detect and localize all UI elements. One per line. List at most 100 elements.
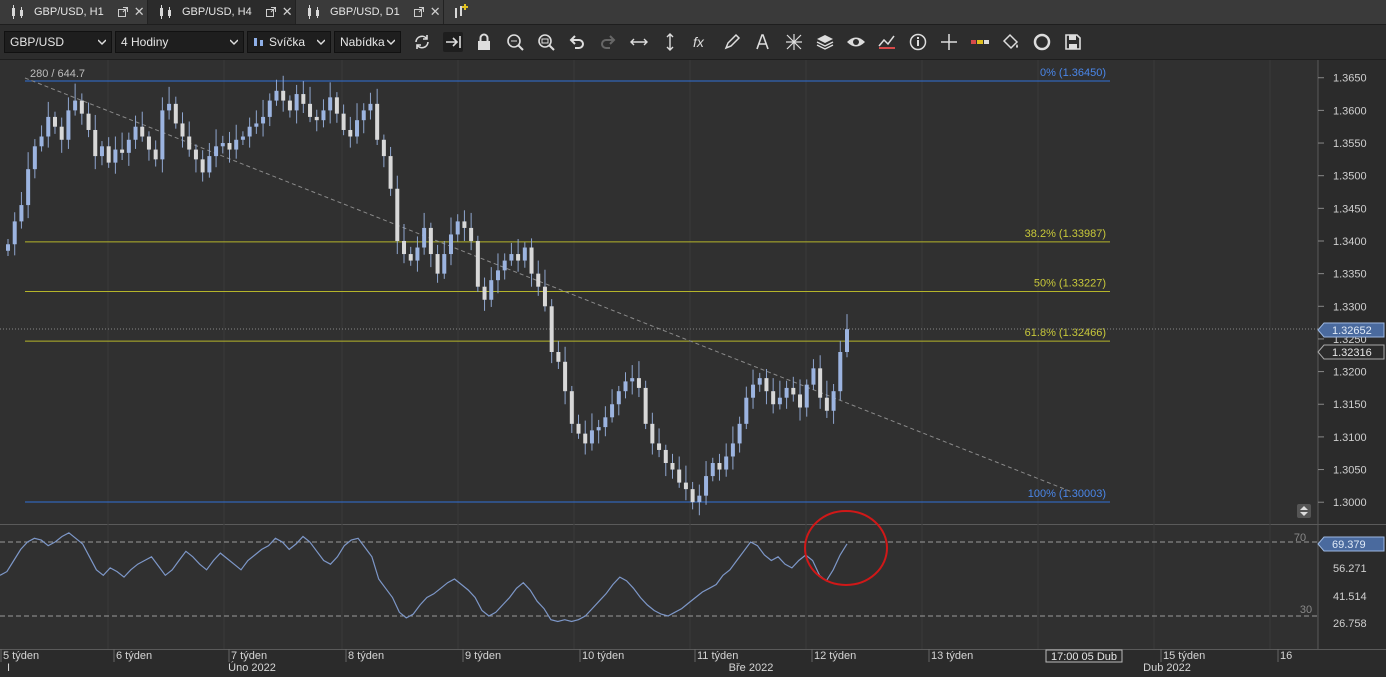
week-label: 15 týden xyxy=(1163,650,1205,662)
week-label: 12 týden xyxy=(814,650,856,662)
lock-icon[interactable] xyxy=(474,32,494,52)
month-label: Bře 2022 xyxy=(729,662,774,674)
crosshair-readout: 280 / 644.7 xyxy=(30,68,85,80)
fibonacci-tool-icon[interactable] xyxy=(784,32,804,52)
layers-icon[interactable] xyxy=(815,32,835,52)
candle xyxy=(475,235,480,292)
chevron-down-icon xyxy=(230,39,238,46)
crosshair-icon[interactable] xyxy=(939,32,959,52)
price-tick-label: 1.3500 xyxy=(1333,171,1367,183)
price-tick-label: 1.3100 xyxy=(1333,432,1367,444)
candlestick-icon xyxy=(12,5,23,19)
timeframe-value: 4 Hodiny xyxy=(121,35,169,49)
undo-icon[interactable] xyxy=(567,32,587,52)
cursor-time-tag: 17:00 05 Dub xyxy=(1045,649,1123,663)
zoom-fit-icon[interactable] xyxy=(505,32,525,52)
chart-canvas[interactable]: 0% (1.36450) 38.2% (1.33987) 50% (1.33227)… xyxy=(0,60,1386,674)
price-tick-label: 1.3450 xyxy=(1333,203,1367,215)
week-label: 13 týden xyxy=(931,650,973,662)
current-price-tag: 1.32652 xyxy=(1317,322,1385,338)
popout-icon[interactable] xyxy=(265,7,276,17)
symbol-value: GBP/USD xyxy=(10,35,65,49)
tab-gbpusd-h1[interactable]: GBP/USD, H1 ✕ xyxy=(0,0,148,24)
rsi-current-label: 69.379 xyxy=(1332,539,1366,551)
text-tool-icon[interactable] xyxy=(753,32,773,52)
price-tick-label: 1.3550 xyxy=(1333,138,1367,150)
chart-type-select[interactable]: Svíčka xyxy=(247,31,331,53)
month-label: Úno 2022 xyxy=(228,661,276,674)
pencil-icon[interactable] xyxy=(722,32,742,52)
candlestick-icon xyxy=(308,5,319,19)
chart-panel[interactable]: 0% (1.36450) 38.2% (1.33987) 50% (1.33227)… xyxy=(0,60,1386,674)
alerts-chart-icon[interactable] xyxy=(877,32,897,52)
week-label: 11 týden xyxy=(697,650,738,662)
price-tick-label: 1.3050 xyxy=(1333,465,1367,477)
rsi-axis-label: 41.514 xyxy=(1333,591,1367,603)
tab-label: GBP/USD, D1 xyxy=(330,6,400,18)
chevron-down-icon xyxy=(98,39,106,46)
chevron-down-icon xyxy=(317,39,325,46)
popout-icon[interactable] xyxy=(413,7,424,17)
tab-gbpusd-d1[interactable]: GBP/USD, D1 ✕ xyxy=(296,0,444,24)
candlestick-icon xyxy=(160,5,171,19)
tab-gbpusd-h4[interactable]: GBP/USD, H4 ✕ xyxy=(148,0,296,24)
price-tick-label: 1.3350 xyxy=(1333,269,1367,281)
month-label: Dub 2022 xyxy=(1143,662,1191,674)
week-label: 6 týden xyxy=(116,650,152,662)
add-chart-tab-icon[interactable] xyxy=(452,3,470,21)
rsi-axis-label: 26.758 xyxy=(1333,618,1367,630)
refresh-icon[interactable] xyxy=(412,32,432,52)
fib-level-label: 38.2% (1.33987) xyxy=(1025,228,1106,240)
scroll-arrows[interactable] xyxy=(1297,504,1311,518)
tab-label: GBP/USD, H1 xyxy=(34,6,104,18)
price-tick-label: 1.3400 xyxy=(1333,236,1367,248)
cursor-time-label: 17:00 05 Dub xyxy=(1051,651,1117,663)
rsi-level-70-label: 70 xyxy=(1294,532,1306,544)
close-icon[interactable]: ✕ xyxy=(282,4,293,20)
price-tick-label: 1.3000 xyxy=(1333,497,1367,509)
week-label: 16 xyxy=(1280,650,1292,662)
info-icon[interactable] xyxy=(908,32,928,52)
week-label: 9 týden xyxy=(465,650,501,662)
zoom-icon[interactable] xyxy=(536,32,556,52)
menu-value: Nabídka xyxy=(340,35,385,49)
current-price-label: 1.32652 xyxy=(1332,325,1372,337)
price-tick-label: 1.3300 xyxy=(1333,301,1367,313)
bid-price-label: 1.32316 xyxy=(1332,347,1372,359)
popout-icon[interactable] xyxy=(117,7,128,17)
week-label: 7 týden xyxy=(231,650,267,662)
rsi-level-30-label: 30 xyxy=(1300,604,1312,616)
candlestick-icon xyxy=(254,38,263,46)
close-icon[interactable]: ✕ xyxy=(134,4,145,20)
price-tick-label: 1.3650 xyxy=(1333,73,1367,85)
fib-level-label: 0% (1.36450) xyxy=(1040,67,1106,79)
horizontal-scale-icon[interactable] xyxy=(629,32,649,52)
time-axis-edge-marker: I xyxy=(7,662,10,674)
settings-ring-icon[interactable] xyxy=(1032,32,1052,52)
timeframe-select[interactable]: 4 Hodiny xyxy=(115,31,244,53)
chart-toolbar: GBP/USD 4 Hodiny Svíčka Nabídka fx xyxy=(0,25,1386,60)
menu-select[interactable]: Nabídka xyxy=(334,31,401,53)
rsi-current-tag: 69.379 xyxy=(1317,536,1385,552)
symbol-select[interactable]: GBP/USD xyxy=(4,31,112,53)
indicators-fx-icon[interactable]: fx xyxy=(691,32,711,52)
chevron-down-icon xyxy=(387,39,395,46)
vertical-scale-icon[interactable] xyxy=(660,32,680,52)
redo-icon[interactable] xyxy=(598,32,618,52)
bid-price-tag: 1.32316 xyxy=(1317,344,1385,360)
auto-scroll-icon[interactable] xyxy=(443,32,463,52)
rsi-axis-label: 56.271 xyxy=(1333,563,1367,575)
price-tick-label: 1.3150 xyxy=(1333,399,1367,411)
save-icon[interactable] xyxy=(1063,32,1083,52)
price-tick-label: 1.3600 xyxy=(1333,105,1367,117)
paint-bucket-icon[interactable] xyxy=(1001,32,1021,52)
chart-type-value: Svíčka xyxy=(269,35,306,49)
svg-text:fx: fx xyxy=(693,34,705,50)
color-scheme-icon[interactable] xyxy=(970,32,990,52)
week-label: 10 týden xyxy=(582,650,624,662)
eye-icon[interactable] xyxy=(846,32,866,52)
close-icon[interactable]: ✕ xyxy=(430,4,441,20)
tab-bar: GBP/USD, H1 ✕ GBP/USD, H4 ✕ GBP/USD, D1 … xyxy=(0,0,1386,25)
week-label: 5 týden xyxy=(3,650,39,662)
price-tick-label: 1.3200 xyxy=(1333,367,1367,379)
